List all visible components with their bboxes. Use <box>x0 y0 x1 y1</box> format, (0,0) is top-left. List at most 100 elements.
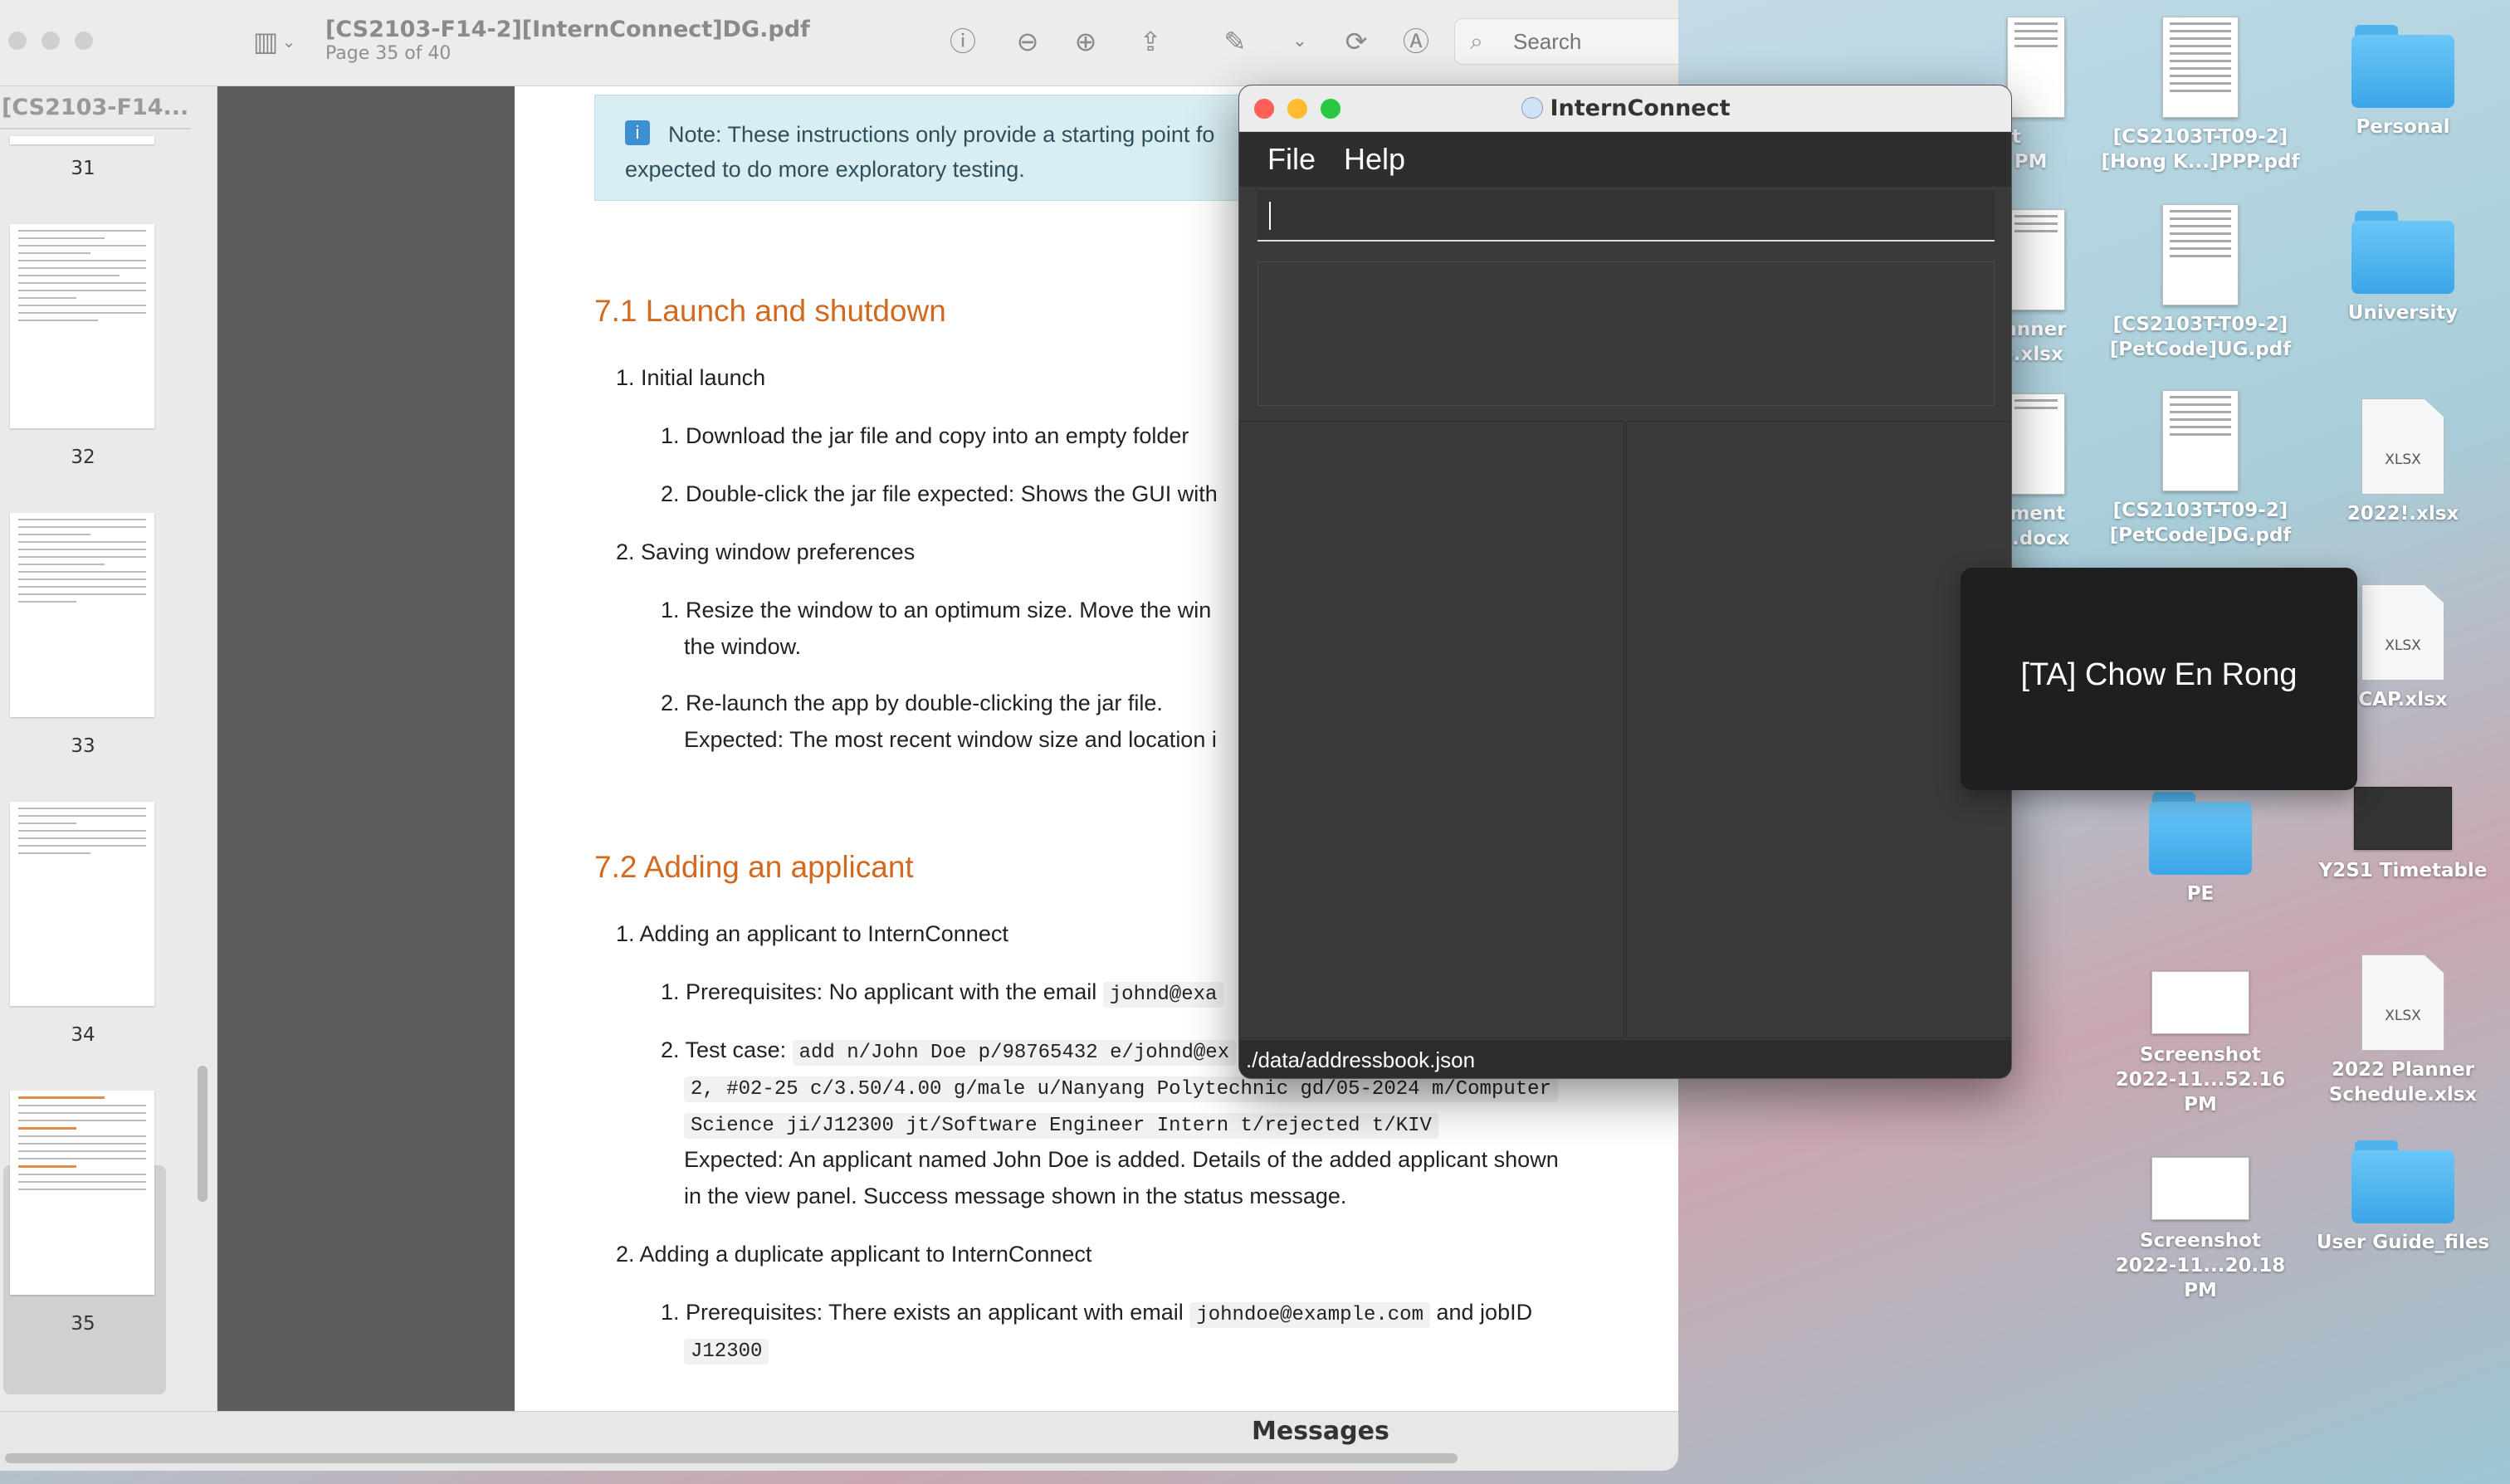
search-input[interactable] <box>1513 27 1678 56</box>
menu-file[interactable]: File <box>1267 142 1316 177</box>
list-item-cont: Expected: An applicant named John Doe is… <box>684 1147 1559 1172</box>
menu-help[interactable]: Help <box>1344 142 1405 177</box>
text: and jobID <box>1436 1300 1533 1325</box>
info-icon: i <box>625 120 650 145</box>
folder-icon <box>2149 792 2252 875</box>
page-thumbnail-selected[interactable] <box>10 1091 154 1295</box>
note-text: expected to do more exploratory testing. <box>625 157 1025 182</box>
spreadsheet-icon: XLSX <box>2361 398 2444 495</box>
list-item: 2. Re-launch the app by double-clicking … <box>661 691 1163 715</box>
text: 1. Prerequisites: There exists an applic… <box>661 1300 1184 1325</box>
folder-icon <box>2351 211 2454 294</box>
result-display <box>1257 261 1995 406</box>
desktop-item-label: University <box>2347 302 2459 324</box>
search-icon: ⌕ <box>1470 27 1483 55</box>
list-item: 2. Saving window preferences <box>616 539 916 564</box>
internconnect-window: InternConnect File Help ./data/addressbo… <box>1238 85 2012 1079</box>
sidebar-toggle-icon[interactable]: ▥ <box>249 25 282 58</box>
share-icon[interactable]: ⇪ <box>1134 25 1167 58</box>
list-item: 2. Double-click the jar file expected: S… <box>661 481 1218 506</box>
status-bar: ./data/addressbook.json <box>1239 1040 2011 1078</box>
desktop-item-pe[interactable]: PE <box>2097 792 2304 906</box>
messages-label: Messages <box>1252 1417 1389 1446</box>
section-heading: 7.1 Launch and shutdown <box>594 294 946 328</box>
desktop-item-screenshot-1[interactable]: Screenshot 2022-11...52.16 PM <box>2097 954 2304 1117</box>
tooltip-text: [TA] Chow En Rong <box>2020 657 2298 692</box>
command-box[interactable] <box>1257 190 1995 242</box>
code-snippet: add n/John Doe p/98765432 e/johnd@ex <box>792 1040 1237 1066</box>
page-number: 32 <box>71 447 95 468</box>
desktop-item-label: 2022!.xlsx <box>2346 503 2459 525</box>
markup-pen-icon[interactable]: ✎ <box>1218 25 1252 58</box>
spreadsheet-icon: XLSX <box>2361 954 2444 1051</box>
page-thumbnail[interactable] <box>10 224 154 428</box>
annotate-icon[interactable]: Ⓐ <box>1399 25 1433 58</box>
desktop-item-label: 2022 Planner Schedule.xlsx <box>2328 1059 2478 1106</box>
page-indicator: Page 35 of 40 <box>325 43 452 64</box>
list-item-cont: Expected: The most recent window size an… <box>684 727 1217 752</box>
sidebar-scrollbar[interactable] <box>198 1066 208 1202</box>
applicant-view-panel <box>1626 421 2011 1038</box>
list-item: 1. Resize the window to an optimum size.… <box>661 598 1212 622</box>
desktop-item-2022-xlsx[interactable]: XLSX 2022!.xlsx <box>2299 398 2507 526</box>
code-snippet: johnd@exa <box>1102 982 1224 1008</box>
title-bar[interactable]: InternConnect <box>1239 85 2011 132</box>
page-thumbnail[interactable] <box>10 136 154 144</box>
desktop-item-label: CAP.xlsx <box>2358 689 2448 710</box>
desktop-item-label: User Guide_files <box>2316 1232 2490 1253</box>
list-item: 1. Adding an applicant to InternConnect <box>616 921 1008 946</box>
menu-bar: File Help <box>1239 132 2011 187</box>
folder-icon <box>2351 1140 2454 1223</box>
text: 1. Prerequisites: No applicant with the … <box>661 979 1097 1004</box>
background-app-bar: Messages <box>0 1411 1678 1471</box>
minimize-button[interactable] <box>42 32 60 50</box>
window-title-text: InternConnect <box>1550 95 1731 121</box>
applicant-list-panel[interactable] <box>1239 421 1624 1038</box>
page-number: 35 <box>71 1313 95 1335</box>
code-snippet: Science ji/J12300 jt/Software Engineer I… <box>684 1113 1438 1139</box>
zoom-out-icon[interactable]: ⊖ <box>1011 25 1044 58</box>
spreadsheet-icon: XLSX <box>2361 584 2444 681</box>
desktop-item-label: Personal <box>2356 116 2450 138</box>
info-icon[interactable]: ⓘ <box>946 25 979 58</box>
window-title: InternConnect <box>1239 95 2011 121</box>
search-field[interactable]: ⌕ <box>1454 18 1678 65</box>
desktop-item-ug-pdf[interactable]: [CS2103T-T09-2] [PetCode]UG.pdf <box>2097 204 2304 362</box>
command-input[interactable] <box>1257 190 1995 240</box>
list-item: 1. Download the jar file and copy into a… <box>661 423 1189 448</box>
list-item: 1. Initial launch <box>616 365 766 390</box>
desktop-item-label: Screenshot 2022-11...20.18 PM <box>2115 1230 2286 1301</box>
page-number: 34 <box>71 1024 95 1046</box>
desktop-item-screenshot-2[interactable]: Screenshot 2022-11...20.18 PM <box>2097 1140 2304 1303</box>
desktop-item-ppp-pdf[interactable]: [CS2103T-T09-2] [Hong K...]PPP.pdf <box>2097 17 2304 174</box>
close-button[interactable] <box>8 32 27 50</box>
zoom-button[interactable] <box>75 32 93 50</box>
desktop-item-user-guide-files[interactable]: User Guide_files <box>2299 1140 2507 1255</box>
chevron-down-icon[interactable]: ⌄ <box>1283 25 1316 58</box>
name-tooltip: [TA] Chow En Rong <box>1961 568 2357 790</box>
sidebar-header: [CS2103-F14... <box>2 95 189 120</box>
page-number: 33 <box>71 735 95 757</box>
folder-icon <box>2351 25 2454 108</box>
image-icon <box>2151 971 2249 1034</box>
rotate-icon[interactable]: ⟳ <box>1340 25 1373 58</box>
list-item: 1. Prerequisites: No applicant with the … <box>661 979 1224 1008</box>
desktop-item-dg-pdf[interactable]: [CS2103T-T09-2] [PetCode]DG.pdf <box>2097 390 2304 548</box>
zoom-in-icon[interactable]: ⊕ <box>1069 25 1102 58</box>
page-thumbnail[interactable] <box>10 802 154 1006</box>
page-thumbnail[interactable] <box>10 513 154 717</box>
text: 2. Test case: <box>661 1037 787 1062</box>
desktop-item-label: Screenshot 2022-11...52.16 PM <box>2115 1044 2286 1115</box>
desktop-item-planner-xlsx[interactable]: XLSX 2022 Planner Schedule.xlsx <box>2299 954 2507 1107</box>
horizontal-scrollbar[interactable] <box>5 1453 1458 1463</box>
code-snippet: johndoe@example.com <box>1189 1302 1430 1328</box>
list-item-cont: the window. <box>684 634 802 659</box>
desktop-item-label: [CS2103T-T09-2] [PetCode]DG.pdf <box>2109 500 2292 546</box>
chevron-down-icon[interactable]: ⌄ <box>281 25 297 58</box>
desktop-item-university[interactable]: University <box>2299 211 2507 325</box>
desktop-item-personal[interactable]: Personal <box>2299 25 2507 139</box>
desktop-item-label: [CS2103T-T09-2] [PetCode]UG.pdf <box>2109 314 2292 360</box>
text-caret <box>1269 202 1271 230</box>
code-snippet: 2, #02-25 c/3.50/4.00 g/male u/Nanyang P… <box>684 1076 1558 1102</box>
page-number: 31 <box>71 158 95 179</box>
